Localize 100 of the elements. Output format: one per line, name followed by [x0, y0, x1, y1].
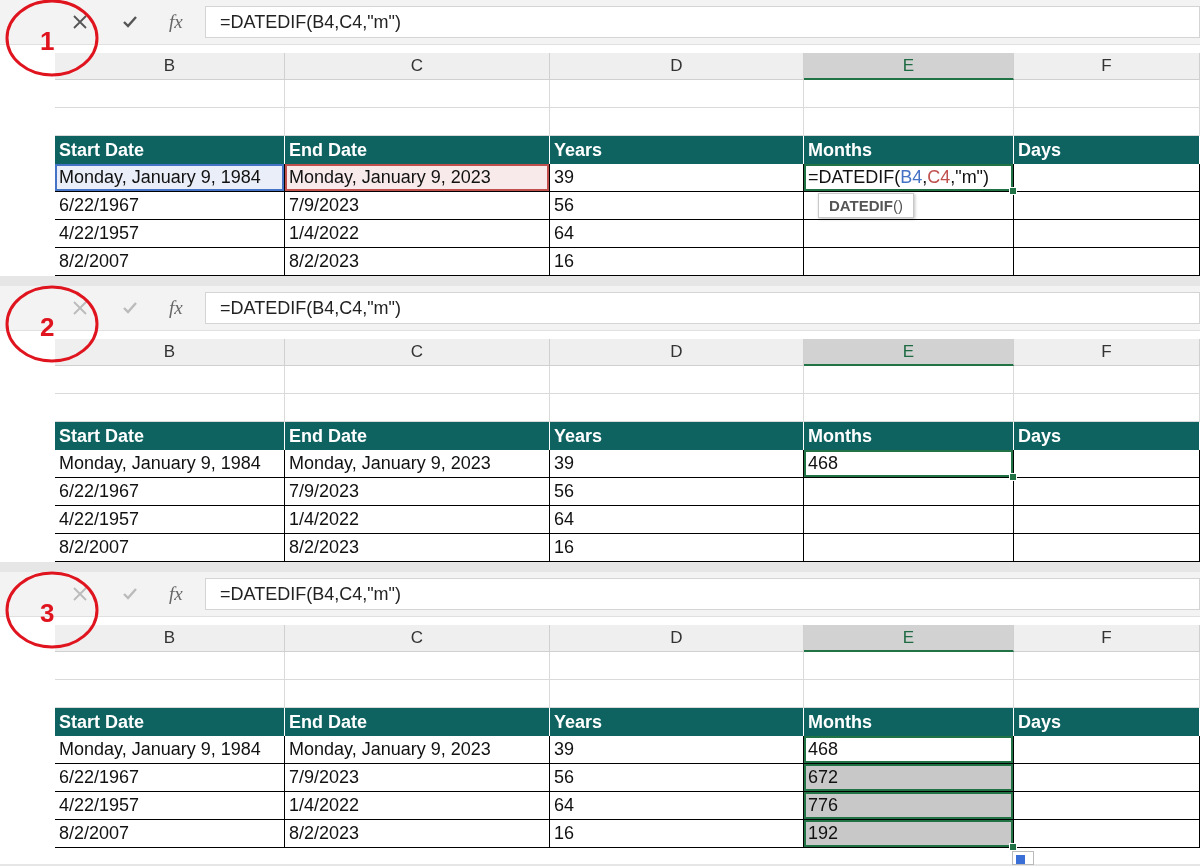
column-header[interactable]: E: [804, 625, 1014, 652]
table-cell[interactable]: Monday, January 9, 1984: [55, 736, 285, 764]
cell-editor[interactable]: =DATEDIF(B4,C4,"m"): [804, 164, 1014, 192]
empty-cell[interactable]: [804, 366, 1014, 394]
column-header[interactable]: B: [55, 53, 285, 80]
column-header[interactable]: F: [1014, 53, 1200, 80]
table-cell[interactable]: 64: [550, 220, 804, 248]
table-cell[interactable]: 56: [550, 764, 804, 792]
table-cell[interactable]: [1014, 478, 1200, 506]
empty-cell[interactable]: [55, 366, 285, 394]
table-cell[interactable]: 6/22/1967: [55, 478, 285, 506]
table-cell[interactable]: [804, 534, 1014, 562]
empty-cell[interactable]: [55, 80, 285, 108]
table-cell[interactable]: 468: [804, 450, 1014, 478]
column-header[interactable]: E: [804, 53, 1014, 80]
empty-cell[interactable]: [285, 80, 550, 108]
table-cell[interactable]: Monday, January 9, 2023: [285, 164, 550, 192]
table-cell[interactable]: 8/2/2023: [285, 820, 550, 848]
table-cell[interactable]: [1014, 192, 1200, 220]
table-cell[interactable]: Monday, January 9, 1984: [55, 164, 285, 192]
table-cell[interactable]: [804, 478, 1014, 506]
insert-function-button[interactable]: fx: [155, 579, 197, 609]
table-cell[interactable]: 8/2/2023: [285, 248, 550, 276]
empty-cell[interactable]: [804, 80, 1014, 108]
table-cell[interactable]: 776: [804, 792, 1014, 820]
table-cell[interactable]: 64: [550, 506, 804, 534]
table-cell[interactable]: 4/22/1957: [55, 506, 285, 534]
column-header[interactable]: B: [55, 339, 285, 366]
table-cell[interactable]: 16: [550, 820, 804, 848]
column-header[interactable]: B: [55, 625, 285, 652]
empty-cell[interactable]: [55, 652, 285, 680]
table-cell[interactable]: 64: [550, 792, 804, 820]
fill-handle[interactable]: [1009, 843, 1017, 851]
table-cell[interactable]: 8/2/2007: [55, 820, 285, 848]
column-header[interactable]: E: [804, 339, 1014, 366]
table-cell[interactable]: 8/2/2023: [285, 534, 550, 562]
empty-cell[interactable]: [285, 366, 550, 394]
column-header[interactable]: D: [550, 625, 804, 652]
empty-cell[interactable]: [285, 652, 550, 680]
column-header[interactable]: F: [1014, 625, 1200, 652]
column-header[interactable]: D: [550, 53, 804, 80]
table-cell[interactable]: 39: [550, 164, 804, 192]
table-cell[interactable]: 1/4/2022: [285, 506, 550, 534]
table-cell[interactable]: [804, 220, 1014, 248]
table-cell[interactable]: [804, 248, 1014, 276]
empty-cell[interactable]: [1014, 80, 1200, 108]
empty-cell[interactable]: [550, 80, 804, 108]
table-cell[interactable]: 1/4/2022: [285, 220, 550, 248]
column-header[interactable]: C: [285, 625, 550, 652]
table-cell[interactable]: 7/9/2023: [285, 478, 550, 506]
empty-cell[interactable]: [550, 652, 804, 680]
insert-function-button[interactable]: fx: [155, 293, 197, 323]
table-cell[interactable]: 7/9/2023: [285, 192, 550, 220]
table-cell[interactable]: 6/22/1967: [55, 764, 285, 792]
table-cell[interactable]: 6/22/1967: [55, 192, 285, 220]
table-cell[interactable]: Monday, January 9, 2023: [285, 736, 550, 764]
column-header[interactable]: F: [1014, 339, 1200, 366]
formula-field[interactable]: =DATEDIF(B4,C4,"m"): [205, 578, 1200, 610]
table-cell[interactable]: [1014, 792, 1200, 820]
column-header[interactable]: C: [285, 53, 550, 80]
table-cell[interactable]: 8/2/2007: [55, 248, 285, 276]
table-cell[interactable]: 8/2/2007: [55, 534, 285, 562]
table-cell[interactable]: 39: [550, 736, 804, 764]
table-cell[interactable]: 4/22/1957: [55, 792, 285, 820]
table-cell[interactable]: 1/4/2022: [285, 792, 550, 820]
table-cell[interactable]: [1014, 764, 1200, 792]
fill-handle[interactable]: [1009, 187, 1017, 195]
table-cell[interactable]: [1014, 534, 1200, 562]
formula-field[interactable]: =DATEDIF(B4,C4,"m"): [205, 6, 1200, 38]
table-cell[interactable]: [1014, 506, 1200, 534]
table-cell[interactable]: [1014, 248, 1200, 276]
table-cell[interactable]: [804, 506, 1014, 534]
empty-cell[interactable]: [804, 652, 1014, 680]
empty-cell[interactable]: [1014, 652, 1200, 680]
table-cell[interactable]: 16: [550, 248, 804, 276]
table-cell[interactable]: 39: [550, 450, 804, 478]
table-cell[interactable]: [1014, 736, 1200, 764]
table-cell[interactable]: Monday, January 9, 2023: [285, 450, 550, 478]
table-cell[interactable]: 672: [804, 764, 1014, 792]
formula-field[interactable]: =DATEDIF(B4,C4,"m"): [205, 292, 1200, 324]
table-cell[interactable]: [1014, 450, 1200, 478]
table-cell[interactable]: [1014, 164, 1200, 192]
table-cell[interactable]: 16: [550, 534, 804, 562]
column-header[interactable]: D: [550, 339, 804, 366]
quick-analysis-icon[interactable]: [1012, 851, 1034, 865]
fill-handle[interactable]: [1009, 473, 1017, 481]
function-tooltip[interactable]: DATEDIF(): [818, 193, 914, 218]
table-cell[interactable]: Monday, January 9, 1984: [55, 450, 285, 478]
insert-function-button[interactable]: fx: [155, 7, 197, 37]
table-cell[interactable]: 7/9/2023: [285, 764, 550, 792]
empty-cell[interactable]: [1014, 366, 1200, 394]
table-cell[interactable]: 192: [804, 820, 1014, 848]
table-cell[interactable]: [1014, 220, 1200, 248]
table-cell[interactable]: 56: [550, 478, 804, 506]
column-header[interactable]: C: [285, 339, 550, 366]
table-cell[interactable]: 468: [804, 736, 1014, 764]
table-cell[interactable]: 4/22/1957: [55, 220, 285, 248]
empty-cell[interactable]: [550, 366, 804, 394]
table-cell[interactable]: 56: [550, 192, 804, 220]
table-cell[interactable]: [1014, 820, 1200, 848]
